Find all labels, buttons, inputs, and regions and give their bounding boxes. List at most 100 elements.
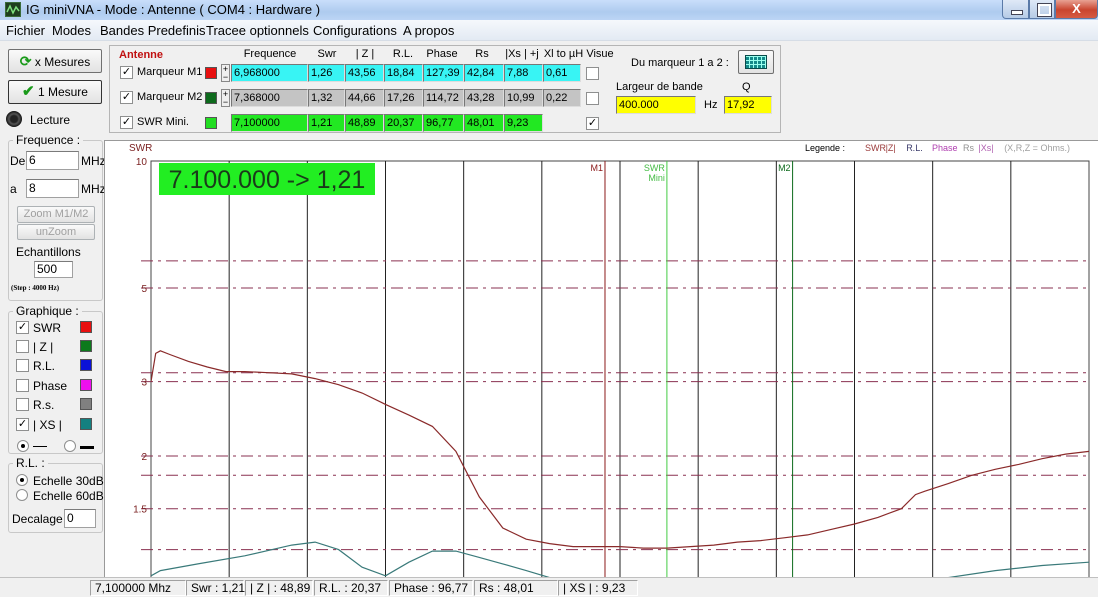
freq-end-input[interactable]: 8 [26,179,79,198]
series-color-swatch[interactable] [80,340,92,352]
graph-area[interactable]: 10 5 3 2 1.5 SWR Legende : SWR |Z| R.L. Phase Rs |Xs… [104,140,1098,578]
marker-value-cell: 7,88 [504,64,543,82]
legend-item: (X,R,Z = Ohms.) [1004,143,1070,153]
graph-toggle-checkbox[interactable]: ✓ [16,321,29,334]
echelle-30db-radio[interactable] [16,474,28,486]
echelle-30db-label: Echelle 30dB [33,474,104,488]
calculator-icon [745,55,767,69]
legend-item: |Z| [886,143,896,153]
marker-enable-checkbox[interactable]: ✓ [120,116,133,129]
line-thin-icon [33,446,47,447]
legend-title: Legende : [805,143,845,153]
lecture-indicator-icon [6,111,22,127]
marker-value-cell: 1,32 [308,89,345,107]
legend-item: SWR [865,143,886,153]
marker-value-cell: 20,37 [384,114,423,132]
marker-color-swatch[interactable] [205,92,217,104]
maximize-button[interactable] [1029,0,1055,19]
a-label: a [10,182,17,196]
series-color-swatch[interactable] [80,418,92,430]
swr-min-banner-text: 7.100.000 -> 1,21 [169,166,366,194]
menu-fichier[interactable]: Fichier [6,23,45,38]
menu-modes[interactable]: Modes [52,23,91,38]
line-thick-icon [80,446,94,449]
marker-visue-checkbox[interactable] [586,92,599,105]
graph-toggle-label: Phase [33,379,68,393]
marker-value-cell: 7,100000 [231,114,308,132]
title-bar: IG miniVNA - Mode : Antenne ( COM4 : Har… [0,0,1098,20]
menu-bandes-predefinis[interactable]: Bandes Predefinis [100,23,206,38]
close-button[interactable]: X [1055,0,1098,19]
marker-value-cell: 6,968000 [231,64,308,82]
marker-value-cell: 44,66 [345,89,384,107]
refresh-icon: ⟳ [19,53,32,69]
graph-toggle-checkbox[interactable] [16,359,29,372]
marker-value-cell: 114,72 [423,89,464,107]
unzoom-button[interactable]: unZoom [17,224,95,240]
status-phase: Phase : 96,77 [389,580,473,596]
series-color-swatch[interactable] [80,359,92,371]
status-bar: 7,100000 Mhz Swr : 1,21 | Z | : 48,89 R.… [0,577,1098,597]
marker-enable-checkbox[interactable]: ✓ [120,91,133,104]
echantillons-input[interactable]: 500 [34,261,73,278]
marker-value-cell: 18,84 [384,64,423,82]
marker-color-swatch[interactable] [205,67,217,79]
menu-a-propos[interactable]: A propos [403,23,454,38]
marker-value-cell: 48,01 [464,114,504,132]
menu-tracee-optionnels[interactable]: Tracee optionnels [206,23,309,38]
y-tick-label: 10 [136,157,148,168]
series-color-swatch[interactable] [80,321,92,333]
marker-swr-mini-label: Mini [648,173,665,183]
zoom-m1-m2-button[interactable]: Zoom M1/M2 [17,206,95,223]
marker-value-cell: 42,84 [464,64,504,82]
graph-toggle-label: | Z | [33,340,54,354]
menu-configurations[interactable]: Configurations [313,23,397,38]
graph-toggle-label: R.L. [33,359,56,373]
x-mesures-label: x Mesures [34,55,91,69]
marker-column-header: Xl to µH [543,48,584,60]
marker-column-header: Swr [317,48,337,60]
calculator-button[interactable] [738,50,774,74]
graph-toggle-checkbox[interactable] [16,340,29,353]
marker-value-cell: 1,21 [308,114,345,132]
marker-value-cell: 1,26 [308,64,345,82]
marker-value-cell: 0,22 [543,89,581,107]
minimize-button[interactable] [1002,0,1029,19]
lecture-label: Lecture [30,113,71,127]
series-color-swatch[interactable] [80,398,92,410]
one-mesure-button[interactable]: ✔ 1 Mesure [8,80,102,104]
graph-toggle-checkbox[interactable] [16,379,29,392]
status-freq: 7,100000 Mhz [90,580,186,596]
marker-color-swatch[interactable] [205,117,217,129]
decalage-input[interactable]: 0 [64,509,96,528]
series-color-swatch[interactable] [80,379,92,391]
marker-value-cell: 96,77 [423,114,464,132]
legend-item: Phase [932,143,958,153]
marker-value-cell: 43,56 [345,64,384,82]
graph-toggle-checkbox[interactable] [16,398,29,411]
line-thin-radio[interactable] [17,440,29,452]
y-tick-label: 5 [141,284,147,295]
marker-value-cell: 43,28 [464,89,504,107]
marker-visue-checkbox[interactable] [586,67,599,80]
echelle-60db-radio[interactable] [16,489,28,501]
marker-visue-checkbox[interactable]: ✓ [586,117,599,130]
marker-plus-minus-icon[interactable]: + − [221,89,230,107]
marker-value-cell: 10,99 [504,89,543,107]
marker-value-cell: 7,368000 [231,89,308,107]
graph-toggle-checkbox[interactable]: ✓ [16,418,29,431]
de-unit-label: MHz [81,154,106,168]
step-text: (Step : 4000 Hz) [11,284,60,292]
marker-plus-minus-icon[interactable]: + − [221,64,230,82]
x-mesures-button[interactable]: ⟳ x Mesures [8,49,102,73]
graph-toggle-label: R.s. [33,398,55,412]
marker-enable-checkbox[interactable]: ✓ [120,66,133,79]
line-thick-radio[interactable] [64,440,76,452]
echelle-60db-label: Echelle 60dB [33,489,104,503]
freq-start-input[interactable]: 6 [26,151,79,170]
y-tick-label: 2 [141,452,147,463]
a-unit-label: MHz [81,182,106,196]
marker-column-header: Frequence [243,48,297,60]
marker-column-header: R.L. [392,48,414,60]
rl-group-title: R.L. : [13,456,48,470]
